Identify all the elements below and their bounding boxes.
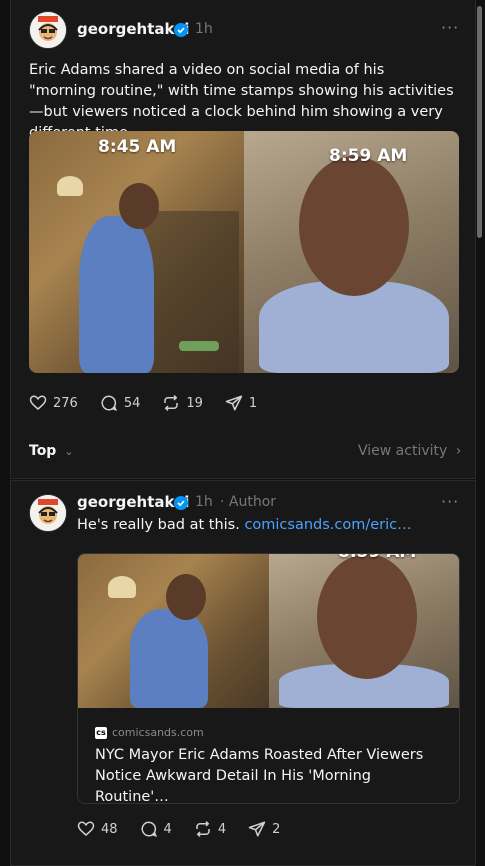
chevron-right-icon: › (455, 443, 462, 459)
reply-text: He's really bad at this. comicsands.com/… (77, 515, 467, 536)
preview-right-panel (268, 554, 459, 708)
image-left-panel (29, 131, 244, 373)
reply-author-avatar[interactable] (29, 494, 67, 532)
post-time[interactable]: 1h (195, 21, 213, 37)
avatar-image (30, 12, 66, 48)
comment-icon (101, 395, 117, 411)
reply-share-count: 2 (272, 821, 281, 837)
image-right-panel (244, 131, 459, 373)
site-favicon: cs (95, 727, 107, 739)
preview-left-panel (78, 554, 269, 708)
reply-repost-count: 4 (217, 821, 227, 837)
view-activity-link[interactable]: View activity › (358, 443, 461, 459)
repost-count: 19 (186, 395, 203, 411)
verified-badge-icon (174, 496, 188, 510)
author-tag: · Author (220, 494, 277, 510)
share-count: 1 (248, 395, 258, 411)
preview-timestamp: 8:59 AM (338, 554, 416, 562)
reply-link[interactable]: comicsands.com/eric… (244, 517, 411, 533)
reply-body: He's really bad at this. (77, 517, 240, 533)
left-timestamp: 8:45 AM (98, 137, 177, 157)
reply-share-button[interactable]: 2 (248, 820, 280, 838)
reply-like-button[interactable]: 48 (77, 820, 118, 838)
more-options-icon[interactable]: ··· (441, 18, 459, 37)
repost-icon (196, 820, 210, 838)
post-image[interactable]: 8:45 AM 8:59 AM (29, 131, 459, 373)
share-button[interactable]: 1 (225, 394, 257, 412)
like-button[interactable]: 276 (29, 394, 78, 412)
send-icon (225, 395, 243, 411)
reply-comment-count: 4 (163, 821, 172, 837)
reply-like-count: 48 (101, 821, 118, 837)
like-count: 276 (53, 395, 78, 411)
heart-icon (77, 821, 95, 836)
comment-count: 54 (123, 395, 141, 411)
send-icon (248, 821, 266, 837)
view-activity-label: View activity (358, 443, 448, 459)
reply-more-options-icon[interactable]: ··· (441, 492, 459, 511)
link-preview-image: 8:59 AM (78, 554, 459, 708)
right-timestamp: 8:59 AM (329, 146, 408, 166)
reply-actions: 48 4 4 2 (77, 820, 302, 838)
reply-time[interactable]: 1h (195, 494, 213, 510)
repost-icon (164, 394, 179, 412)
reply-comment-button[interactable]: 4 (140, 820, 172, 838)
link-domain: comicsands.com (112, 726, 204, 739)
link-title[interactable]: NYC Mayor Eric Adams Roasted After Viewe… (95, 745, 445, 803)
repost-button[interactable]: 19 (162, 394, 203, 412)
link-preview-card[interactable]: 8:59 AM cs comicsands.com NYC Mayor Eric… (77, 553, 460, 804)
sort-dropdown[interactable]: Top ⌄ (29, 443, 73, 459)
heart-icon (29, 395, 47, 410)
reply-author-name[interactable]: georgehtakei (77, 493, 189, 511)
verified-badge-icon (174, 23, 188, 37)
post-actions: 276 54 19 1 (29, 394, 279, 412)
sort-label: Top (29, 443, 57, 459)
author-avatar[interactable] (29, 11, 67, 49)
reply-repost-button[interactable]: 4 (194, 820, 226, 838)
comment-button[interactable]: 54 (100, 394, 141, 412)
scrollbar[interactable] (477, 6, 482, 238)
chevron-down-icon: ⌄ (64, 445, 74, 458)
avatar-image (30, 495, 66, 531)
author-name[interactable]: georgehtakei (77, 20, 189, 38)
comment-icon (141, 821, 157, 837)
